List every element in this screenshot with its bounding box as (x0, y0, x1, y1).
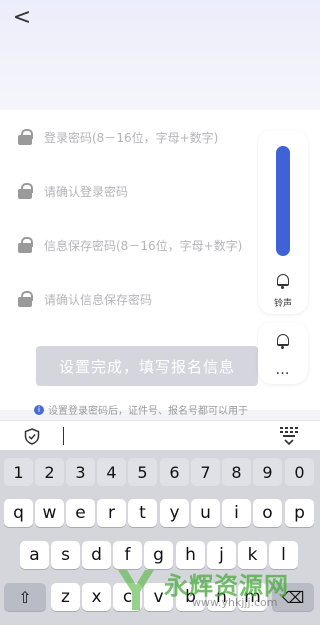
key-q[interactable]: q (4, 499, 33, 527)
key-r[interactable]: r (97, 499, 126, 527)
volume-slider[interactable] (276, 146, 290, 256)
shield-icon[interactable] (24, 428, 40, 445)
key-s[interactable]: s (51, 541, 80, 569)
info-icon: i (34, 404, 44, 415)
key-m[interactable]: m (238, 583, 267, 611)
key-2[interactable]: 2 (35, 458, 64, 486)
confirm-login-password-field[interactable]: 请确认登录密码 (18, 176, 258, 206)
key-9[interactable]: 9 (253, 458, 282, 486)
key-j[interactable]: j (207, 541, 236, 569)
key-8[interactable]: 8 (222, 458, 251, 486)
key-f[interactable]: f (113, 541, 142, 569)
volume-panel-secondary: … (258, 322, 308, 384)
key-z[interactable]: z (51, 583, 80, 611)
key-t[interactable]: t (128, 499, 157, 527)
keyboard-hide-icon[interactable] (278, 425, 300, 447)
bell-icon[interactable] (277, 274, 289, 289)
key-b[interactable]: b (176, 583, 205, 611)
key-l[interactable]: l (269, 541, 298, 569)
lock-icon (18, 129, 33, 145)
keyboard: 1 2 3 4 5 6 7 8 9 0 q w e r t y u i o p … (0, 450, 320, 625)
key-u[interactable]: u (191, 499, 220, 527)
header: < (0, 0, 320, 110)
key-g[interactable]: g (144, 541, 173, 569)
info-password-placeholder: 信息保存密码(8－16位，字母+数字) (44, 238, 243, 253)
key-p[interactable]: p (285, 499, 314, 527)
key-k[interactable]: k (238, 541, 267, 569)
key-o[interactable]: o (253, 499, 282, 527)
tip-label: 设置登录密码后，证件号、报名号都可以用于 (48, 406, 248, 417)
key-y[interactable]: y (160, 499, 189, 527)
key-3[interactable]: 3 (66, 458, 95, 486)
key-c[interactable]: c (113, 583, 142, 611)
login-password-field[interactable]: 登录密码(8－16位，字母+数字) (18, 122, 258, 152)
submit-button[interactable]: 设置完成，填写报名信息 (36, 346, 258, 386)
key-i[interactable]: i (222, 499, 251, 527)
more-button[interactable]: … (258, 362, 308, 378)
key-6[interactable]: 6 (160, 458, 189, 486)
key-0[interactable]: 0 (285, 458, 314, 486)
key-n[interactable]: n (207, 583, 236, 611)
key-a[interactable]: a (20, 541, 49, 569)
key-h[interactable]: h (176, 541, 205, 569)
ringtone-label: 铃声 (273, 299, 292, 309)
bell-icon[interactable] (277, 334, 289, 349)
text-cursor (63, 427, 64, 445)
keyboard-toolbar (0, 420, 320, 450)
confirm-info-password-field[interactable]: 请确认信息保存密码 (18, 284, 258, 314)
key-w[interactable]: w (35, 499, 64, 527)
volume-panel: 铃声 (258, 130, 308, 314)
shift-key[interactable]: ⇧ (4, 583, 46, 611)
lock-icon (18, 291, 33, 307)
key-1[interactable]: 1 (4, 458, 33, 486)
back-button[interactable]: < (10, 6, 34, 32)
confirm-login-password-placeholder: 请确认登录密码 (44, 184, 129, 199)
lock-icon (18, 183, 33, 199)
key-4[interactable]: 4 (97, 458, 126, 486)
key-v[interactable]: v (144, 583, 173, 611)
key-7[interactable]: 7 (191, 458, 220, 486)
key-e[interactable]: e (66, 499, 95, 527)
key-5[interactable]: 5 (128, 458, 157, 486)
confirm-info-password-placeholder: 请确认信息保存密码 (44, 292, 153, 307)
key-d[interactable]: d (82, 541, 111, 569)
lock-icon (18, 237, 33, 253)
delete-key[interactable]: ⌫ (272, 583, 314, 611)
login-password-placeholder: 登录密码(8－16位，字母+数字) (44, 130, 219, 145)
info-password-field[interactable]: 信息保存密码(8－16位，字母+数字) (18, 230, 258, 260)
tip-text: i 设置登录密码后，证件号、报名号都可以用于 (34, 402, 248, 417)
key-x[interactable]: x (82, 583, 111, 611)
